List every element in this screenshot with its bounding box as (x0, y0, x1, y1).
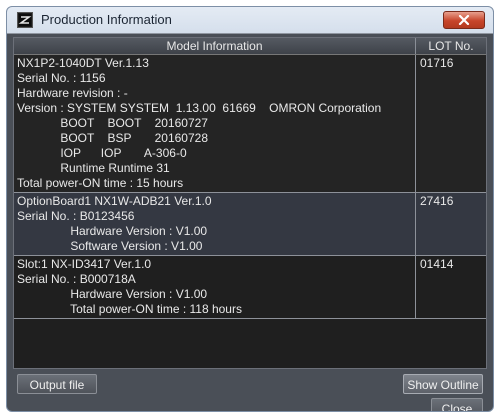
model-info-line: BOOT BSP 20160728 (17, 131, 208, 145)
close-button[interactable]: Close (431, 398, 483, 411)
model-info-line: Runtime Runtime 31 (17, 161, 170, 175)
model-info-cell: Slot:1 NX-ID3417 Ver.1.0 Serial No. : B0… (14, 256, 416, 318)
window-close-button[interactable] (443, 11, 485, 29)
model-info-line: NX1P2-1040DT Ver.1.13 (17, 56, 149, 70)
output-file-button[interactable]: Output file (17, 374, 97, 394)
lot-no-cell: 01414 (420, 257, 454, 271)
model-info-line: Serial No. : B000718A (17, 272, 136, 286)
close-icon (458, 15, 470, 25)
model-info-line: IOP IOP A-306-0 (17, 146, 187, 160)
table-row[interactable]: Slot:1 NX-ID3417 Ver.1.0 Serial No. : B0… (14, 256, 486, 319)
model-info-line: OptionBoard1 NX1W-ADB21 Ver.1.0 (17, 194, 212, 208)
model-info-line: Hardware Version : V1.00 (17, 287, 208, 301)
dialog-body: Model Information LOT No. NX1P2-1040DT V… (13, 37, 487, 411)
model-info-line: Total power-ON time : 15 hours (17, 176, 184, 190)
lot-no-cell: 27416 (420, 194, 454, 208)
model-info-line: Slot:1 NX-ID3417 Ver.1.0 (17, 257, 152, 271)
lot-no-cell: 01716 (420, 56, 454, 70)
model-info-line: Serial No. : B0123456 (17, 209, 135, 223)
model-info-cell: NX1P2-1040DT Ver.1.13 Serial No. : 1156 … (14, 55, 416, 192)
table-header: Model Information LOT No. (14, 38, 486, 55)
model-info-line: Serial No. : 1156 (17, 71, 106, 85)
model-info-line: BOOT BOOT 20160727 (17, 116, 208, 130)
model-info-cell: OptionBoard1 NX1W-ADB21 Ver.1.0 Serial N… (14, 193, 416, 255)
model-info-line: Software Version : V1.00 (17, 239, 203, 253)
model-info-line: Total power-ON time : 118 hours (17, 302, 242, 316)
table-row[interactable]: NX1P2-1040DT Ver.1.13 Serial No. : 1156 … (14, 55, 486, 193)
model-info-line: Hardware revision : - (17, 86, 128, 100)
table-row[interactable]: OptionBoard1 NX1W-ADB21 Ver.1.0 Serial N… (14, 193, 486, 256)
production-information-window: Production Information Model Information… (6, 6, 494, 412)
column-header-model-information[interactable]: Model Information (14, 38, 416, 54)
window-title: Production Information (41, 12, 172, 27)
column-header-lot-no[interactable]: LOT No. (416, 38, 486, 54)
table-body: NX1P2-1040DT Ver.1.13 Serial No. : 1156 … (14, 55, 486, 319)
show-outline-button[interactable]: Show Outline (403, 374, 483, 394)
app-icon (17, 12, 33, 28)
production-table: Model Information LOT No. NX1P2-1040DT V… (13, 37, 487, 369)
title-bar[interactable]: Production Information (7, 7, 493, 33)
model-info-line: Version : SYSTEM SYSTEM 1.13.00 61669 OM… (17, 101, 382, 115)
model-info-line: Hardware Version : V1.00 (17, 224, 208, 238)
